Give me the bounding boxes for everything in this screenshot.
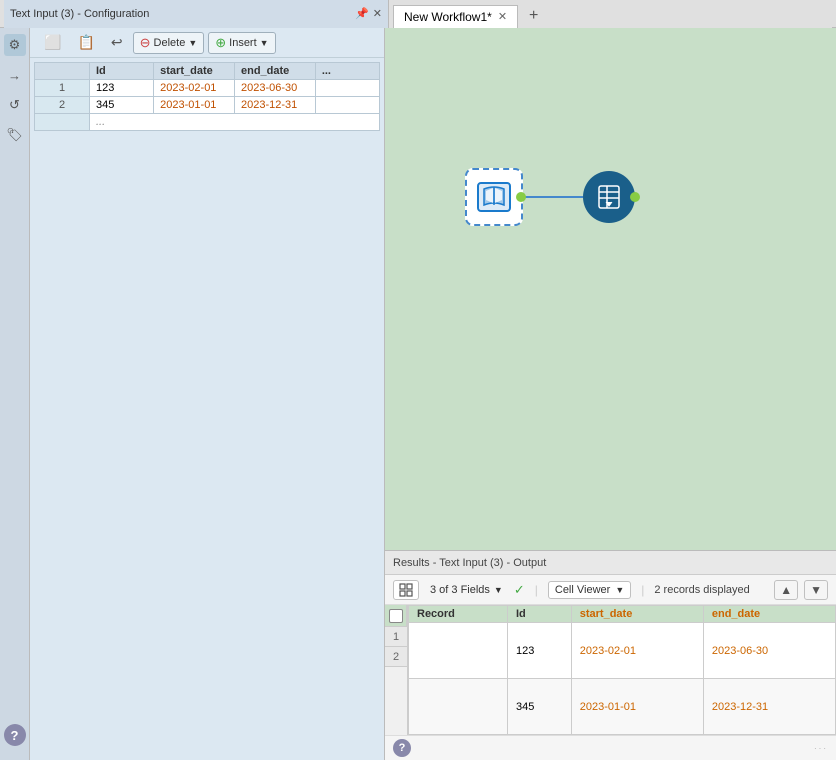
col-header-empty: [35, 63, 90, 80]
cell-end-2[interactable]: 2023-12-31: [234, 97, 315, 114]
help-icon[interactable]: ?: [4, 724, 26, 746]
result-start-2[interactable]: 2023-01-01: [571, 679, 703, 735]
result-end-2[interactable]: 2023-12-31: [703, 679, 835, 735]
records-count: 2 records displayed: [654, 584, 749, 596]
delete-button[interactable]: ⊖ Delete ▼: [133, 32, 205, 54]
result-col-end-date[interactable]: end_date: [703, 606, 835, 623]
fields-dropdown-icon[interactable]: ▼: [494, 585, 503, 595]
settings-icon[interactable]: ⚙: [4, 34, 26, 56]
grid-icon: [399, 583, 413, 597]
cell-viewer-label: Cell Viewer: [555, 584, 610, 596]
config-data-table-wrap: Id start_date end_date ... 1 123 2023-02…: [30, 58, 384, 760]
add-tab-button[interactable]: +: [520, 4, 547, 28]
connector-line: [523, 196, 583, 198]
tab-close-icon[interactable]: ✕: [498, 10, 507, 23]
result-start-1[interactable]: 2023-02-01: [571, 623, 703, 679]
table-more-row: ...: [35, 114, 380, 131]
delete-label: Delete: [154, 37, 186, 49]
result-record-2: [409, 679, 508, 735]
sidebar: ⚙ → ↺ 🏷 ?: [0, 28, 30, 760]
right-panel: Results - Text Input (3) - Output 3 of 3…: [385, 28, 836, 760]
config-toolbar: ⬜ 📋 ↩ ⊖ Delete ▼ ⊕ Insert ▼: [30, 28, 384, 58]
arrow-icon[interactable]: →: [4, 64, 26, 86]
insert-dropdown-icon[interactable]: ▼: [260, 38, 269, 48]
select-node[interactable]: [583, 171, 635, 223]
resize-handle[interactable]: ···: [814, 744, 828, 753]
result-id-1[interactable]: 123: [507, 623, 571, 679]
cell-viewer-dropdown[interactable]: ▼: [615, 585, 624, 595]
pin-icon[interactable]: 📌: [355, 7, 369, 20]
text-input-node[interactable]: [465, 168, 523, 226]
results-table-container: 1 2 Record Id start_date end_date: [385, 605, 836, 735]
node-output-dot: [516, 192, 526, 202]
delete-circle-icon: ⊖: [140, 35, 151, 51]
col-header-start-date[interactable]: start_date: [154, 63, 235, 80]
select-node-output-dot: [630, 192, 640, 202]
config-content: ⬜ 📋 ↩ ⊖ Delete ▼ ⊕ Insert ▼: [30, 28, 384, 760]
result-row-2[interactable]: 345 2023-01-01 2023-12-31: [409, 679, 836, 735]
cell-start-1[interactable]: 2023-02-01: [154, 80, 235, 97]
fields-label: 3 of 3 Fields: [430, 584, 490, 596]
grid-view-button[interactable]: [393, 580, 419, 600]
separator-1: |: [535, 583, 538, 597]
result-row-1[interactable]: 123 2023-02-01 2023-06-30: [409, 623, 836, 679]
result-id-2[interactable]: 345: [507, 679, 571, 735]
fields-selector[interactable]: 3 of 3 Fields ▼: [425, 581, 508, 599]
cell-more-1: [315, 80, 379, 97]
refresh-icon[interactable]: ↺: [4, 94, 26, 116]
insert-button[interactable]: ⊕ Insert ▼: [208, 32, 275, 54]
results-panel: Results - Text Input (3) - Output 3 of 3…: [385, 550, 836, 760]
cell-start-2[interactable]: 2023-01-01: [154, 97, 235, 114]
cell-id-2[interactable]: 345: [90, 97, 154, 114]
tag-icon[interactable]: 🏷: [4, 124, 26, 146]
row-num-2: 2: [35, 97, 90, 114]
checkmark-icon[interactable]: ✓: [514, 582, 525, 598]
scroll-up-button[interactable]: ▲: [774, 580, 798, 600]
insert-circle-icon: ⊕: [215, 35, 226, 51]
col-header-id[interactable]: Id: [90, 63, 154, 80]
canvas[interactable]: [385, 28, 836, 550]
results-toolbar: 3 of 3 Fields ▼ ✓ | Cell Viewer ▼ | 2 re…: [385, 575, 836, 605]
col-header-more: ...: [315, 63, 379, 80]
more-row-label: ...: [90, 114, 380, 131]
delete-dropdown-icon[interactable]: ▼: [188, 38, 197, 48]
result-record-1: [409, 623, 508, 679]
select-node-icon: [594, 182, 624, 212]
config-close-icon[interactable]: ✕: [373, 7, 382, 20]
result-col-start-date[interactable]: start_date: [571, 606, 703, 623]
result-end-1[interactable]: 2023-06-30: [703, 623, 835, 679]
results-title: Results - Text Input (3) - Output: [393, 557, 546, 569]
config-data-table: Id start_date end_date ... 1 123 2023-02…: [34, 62, 380, 131]
results-help-icon[interactable]: ?: [393, 739, 411, 757]
scroll-down-button[interactable]: ▼: [804, 580, 828, 600]
cell-viewer-button[interactable]: Cell Viewer ▼: [548, 581, 631, 599]
config-panel-title: Text Input (3) - Configuration: [10, 8, 355, 20]
separator-2: |: [641, 583, 644, 597]
paste-button[interactable]: 📋: [71, 32, 100, 53]
result-col-id[interactable]: Id: [507, 606, 571, 623]
insert-label: Insert: [229, 37, 257, 49]
more-row-num: [35, 114, 90, 131]
row-num-1: 1: [35, 80, 90, 97]
copy-button[interactable]: ⬜: [38, 32, 67, 53]
cell-more-2: [315, 97, 379, 114]
cell-id-1[interactable]: 123: [90, 80, 154, 97]
cell-end-1[interactable]: 2023-06-30: [234, 80, 315, 97]
select-all-icon[interactable]: [389, 609, 403, 623]
undo-button[interactable]: ↩: [105, 32, 129, 53]
workflow-tab[interactable]: New Workflow1* ✕: [393, 5, 518, 29]
col-header-end-date[interactable]: end_date: [234, 63, 315, 80]
tab-label: New Workflow1*: [404, 10, 492, 24]
results-table: Record Id start_date end_date 123 2023-0…: [408, 605, 836, 735]
table-row[interactable]: 2 345 2023-01-01 2023-12-31: [35, 97, 380, 114]
table-row[interactable]: 1 123 2023-02-01 2023-06-30: [35, 80, 380, 97]
result-col-record[interactable]: Record: [409, 606, 508, 623]
results-header: Results - Text Input (3) - Output: [385, 551, 836, 575]
row-selector-col: 1 2: [385, 605, 408, 735]
text-input-node-icon: [476, 179, 512, 215]
config-panel: ⚙ → ↺ 🏷 ? ⬜ 📋 ↩ ⊖ Delete ▼: [0, 28, 385, 760]
